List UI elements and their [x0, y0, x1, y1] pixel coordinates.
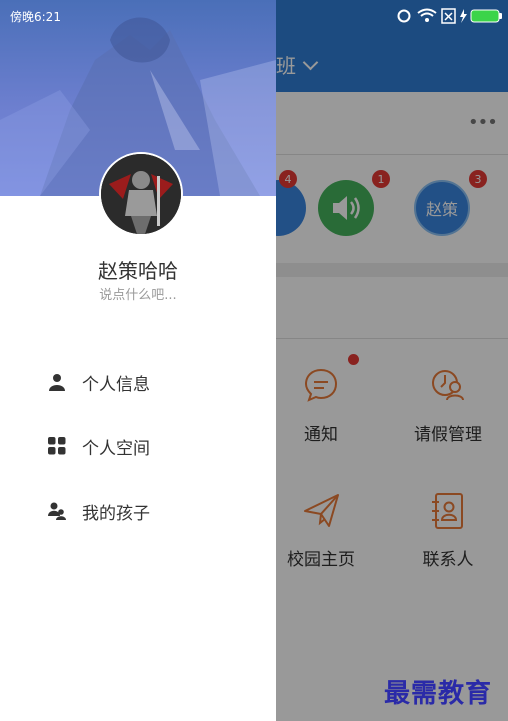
menu-label: 我的孩子	[82, 503, 150, 524]
menu-item-personal-info[interactable]: 个人信息	[48, 366, 248, 398]
charging-icon	[460, 9, 467, 23]
person-icon	[48, 372, 74, 392]
menu-label: 个人空间	[82, 438, 150, 459]
sim-icon	[441, 8, 456, 24]
navigation-drawer: 赵策哈哈 说点什么吧... 个人信息 个人空间 我的孩子	[0, 0, 276, 721]
battery-icon	[470, 9, 502, 23]
children-icon	[48, 501, 74, 521]
menu-item-personal-space[interactable]: 个人空间	[48, 430, 248, 462]
wifi-icon	[417, 8, 437, 22]
knight-avatar-image	[101, 154, 181, 234]
watermark-text: 最需教育	[384, 679, 493, 709]
menu-label: 个人信息	[82, 374, 150, 395]
avatar[interactable]	[99, 152, 183, 236]
menu-item-my-children[interactable]: 我的孩子	[48, 495, 248, 527]
status-bar: 傍晚6:21	[0, 0, 508, 30]
sync-icon	[397, 9, 411, 23]
status-icons	[397, 8, 502, 24]
user-signature[interactable]: 说点什么吧...	[0, 284, 276, 303]
drawer-scrim[interactable]	[276, 0, 508, 721]
grid-icon	[48, 436, 74, 456]
status-time: 傍晚6:21	[10, 10, 61, 24]
user-name: 赵策哈哈	[98, 259, 178, 283]
